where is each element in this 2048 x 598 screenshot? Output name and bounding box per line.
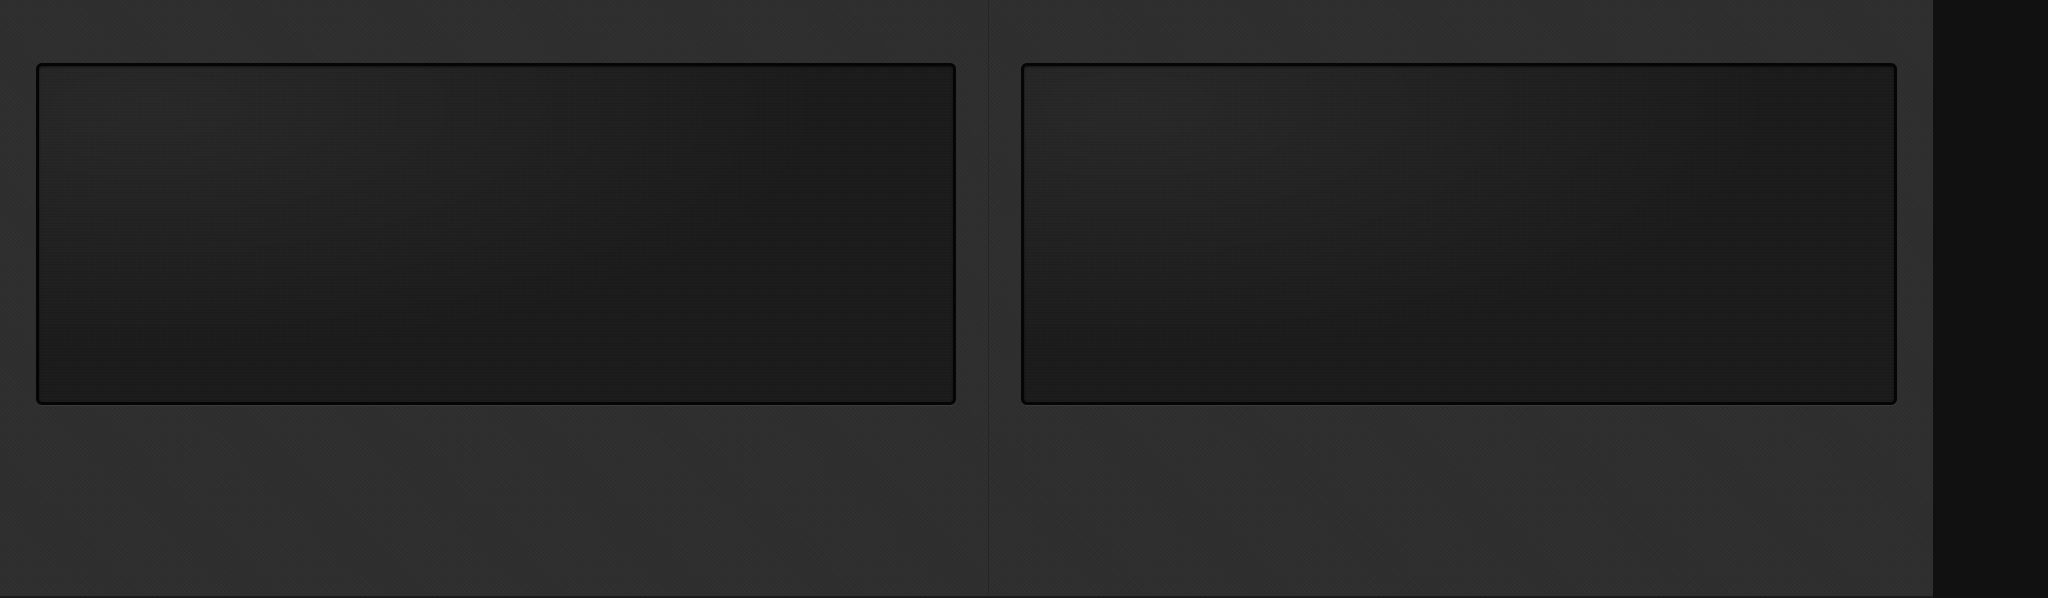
app-window [0, 0, 2048, 598]
left-panel[interactable] [36, 63, 956, 405]
main-content-area [0, 0, 1933, 598]
right-edge-strip [1933, 0, 2048, 598]
right-column [989, 0, 1933, 596]
right-panel[interactable] [1021, 63, 1897, 405]
left-column [0, 0, 988, 596]
